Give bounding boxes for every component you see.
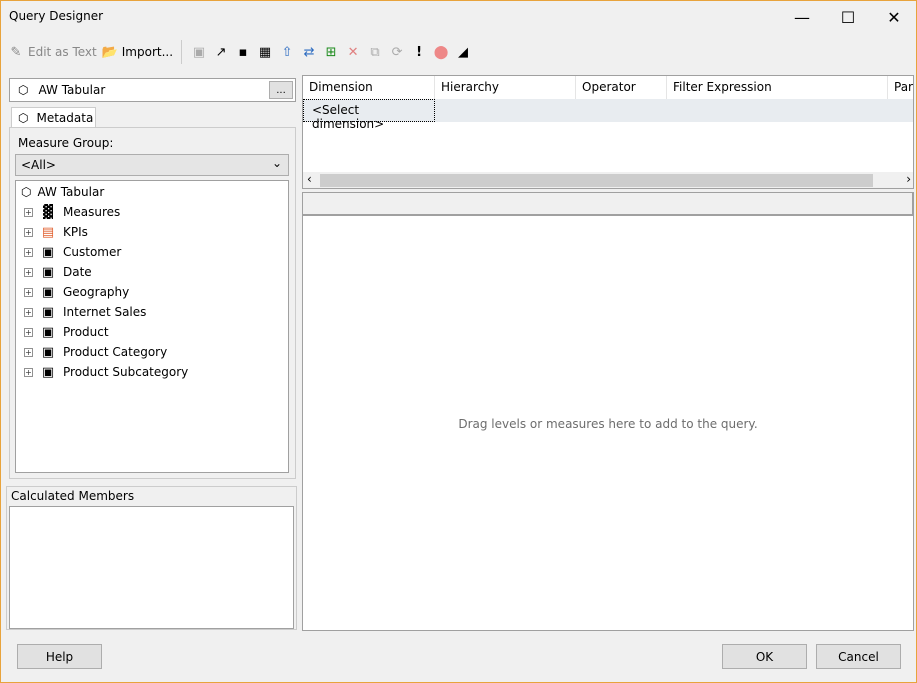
expand-icon[interactable]: +	[24, 307, 33, 317]
cube-icon: ⬡	[18, 83, 29, 97]
column-header-operator[interactable]: Operator	[576, 76, 667, 99]
tree-item[interactable]: + ▣ Product Subcategory	[16, 362, 288, 382]
cancel-button[interactable]: Cancel	[816, 644, 901, 669]
edit-as-text-button[interactable]: ✎ Edit as Text	[7, 43, 97, 61]
refresh-icon[interactable]: ⟳	[388, 43, 406, 61]
chevron-down-icon: ⌄	[271, 156, 282, 170]
measure-group-label: Measure Group:	[18, 136, 114, 150]
calculated-members-panel: Calculated Members	[6, 486, 297, 630]
drop-hint: Drag levels or measures here to add to t…	[458, 417, 758, 431]
expand-icon[interactable]: +	[24, 267, 33, 277]
cube-selector: ⬡ AW Tabular ...	[9, 78, 296, 102]
column-header-parameters[interactable]: Par	[888, 76, 913, 99]
auto-execute-icon[interactable]: ⇧	[278, 43, 296, 61]
dimension-icon: ▣	[41, 364, 55, 380]
tree-item[interactable]: + ▓ Measures	[16, 202, 288, 222]
tree-item[interactable]: + ▣ Product	[16, 322, 288, 342]
execute-icon[interactable]: !	[410, 43, 428, 61]
window-title: Query Designer	[9, 9, 104, 23]
show-empty-cells-icon[interactable]: ▪	[234, 43, 252, 61]
scroll-right-icon[interactable]: ›	[906, 172, 911, 186]
cube-icon: ⬡	[21, 185, 32, 199]
tab-metadata[interactable]: ⬡ Metadata	[11, 107, 96, 128]
add-row-icon[interactable]: ⊞	[322, 43, 340, 61]
expand-icon[interactable]: +	[24, 347, 33, 357]
tree-item[interactable]: + ▣ Geography	[16, 282, 288, 302]
maximize-button[interactable]: ☐	[825, 1, 871, 33]
filter-row: <Select dimension>	[303, 99, 913, 131]
toolbar-separator	[181, 40, 183, 64]
dimension-icon: ▣	[41, 264, 55, 280]
tree-item[interactable]: + ▣ Internet Sales	[16, 302, 288, 322]
calculated-members-list[interactable]	[9, 506, 294, 629]
expand-icon[interactable]: +	[24, 327, 33, 337]
column-header-filter-expression[interactable]: Filter Expression	[667, 76, 888, 99]
scroll-left-icon[interactable]: ‹	[307, 172, 312, 186]
dimension-icon: ▣	[41, 284, 55, 300]
tree-root[interactable]: ⬡ AW Tabular	[16, 182, 288, 202]
scrollbar-thumb[interactable]	[320, 174, 873, 187]
expand-icon[interactable]: +	[24, 367, 33, 377]
toolbar: ✎ Edit as Text 📂 Import... ▣ ↗ ▪ ▦ ⇧ ⇄ ⊞ ✕…	[7, 40, 472, 64]
results-pane[interactable]: Drag levels or measures here to add to t…	[302, 192, 914, 631]
expand-icon[interactable]: +	[24, 227, 33, 237]
edit-text-icon: ✎	[10, 44, 22, 60]
expand-icon[interactable]: +	[24, 247, 33, 257]
delete-icon[interactable]: ✕	[344, 43, 362, 61]
metadata-tree: ⬡ AW Tabular + ▓ Measures + ▤ KPIs + ▣ Customer + ▣…	[15, 180, 289, 473]
tree-item[interactable]: + ▣ Customer	[16, 242, 288, 262]
pickaxe-icon[interactable]: ↗	[212, 43, 230, 61]
ok-button[interactable]: OK	[722, 644, 807, 669]
measures-icon: ▓	[43, 204, 53, 220]
folder-icon: 📂	[101, 44, 118, 60]
dimension-icon: ▣	[41, 304, 55, 320]
expand-icon[interactable]: +	[24, 207, 33, 217]
column-header-dimension[interactable]: Dimension	[303, 76, 435, 99]
show-aggregations-icon[interactable]: ⇄	[300, 43, 318, 61]
kpis-icon: ▤	[41, 224, 55, 240]
dimension-icon: ▣	[41, 344, 55, 360]
dimension-icon: ▣	[41, 244, 55, 260]
metadata-panel: Measure Group: <All> ⌄ ⬡ AW Tabular + ▓ Mea…	[9, 127, 296, 479]
cancel-query-icon[interactable]: ⬤	[432, 43, 450, 61]
filter-grid: Dimension Hierarchy Operator Filter Expr…	[302, 75, 914, 189]
design-mode-icon[interactable]: ◢	[454, 43, 472, 61]
results-header	[303, 193, 913, 216]
tree-item[interactable]: + ▣ Product Category	[16, 342, 288, 362]
help-button[interactable]: Help	[17, 644, 102, 669]
import-button[interactable]: 📂 Import...	[101, 43, 173, 61]
cube-name: AW Tabular	[38, 83, 106, 97]
copy-icon[interactable]: ⧉	[366, 43, 384, 61]
add-calculated-member-icon[interactable]: ▣	[190, 43, 208, 61]
select-dimension-cell[interactable]: <Select dimension>	[303, 99, 435, 131]
calculated-members-label: Calculated Members	[11, 489, 135, 503]
column-header-hierarchy[interactable]: Hierarchy	[435, 76, 576, 99]
tree-item[interactable]: + ▤ KPIs	[16, 222, 288, 242]
minimize-button[interactable]: —	[779, 1, 825, 33]
measure-group-select[interactable]: <All> ⌄	[15, 154, 289, 176]
close-button[interactable]: ✕	[871, 1, 917, 33]
dimension-icon: ▣	[41, 324, 55, 340]
cube-icon: ⬡	[18, 111, 29, 125]
horizontal-scrollbar[interactable]: ‹ ›	[303, 172, 913, 188]
calculator-icon[interactable]: ▦	[256, 43, 274, 61]
browse-cube-button[interactable]: ...	[269, 81, 293, 99]
tree-item[interactable]: + ▣ Date	[16, 262, 288, 282]
expand-icon[interactable]: +	[24, 287, 33, 297]
